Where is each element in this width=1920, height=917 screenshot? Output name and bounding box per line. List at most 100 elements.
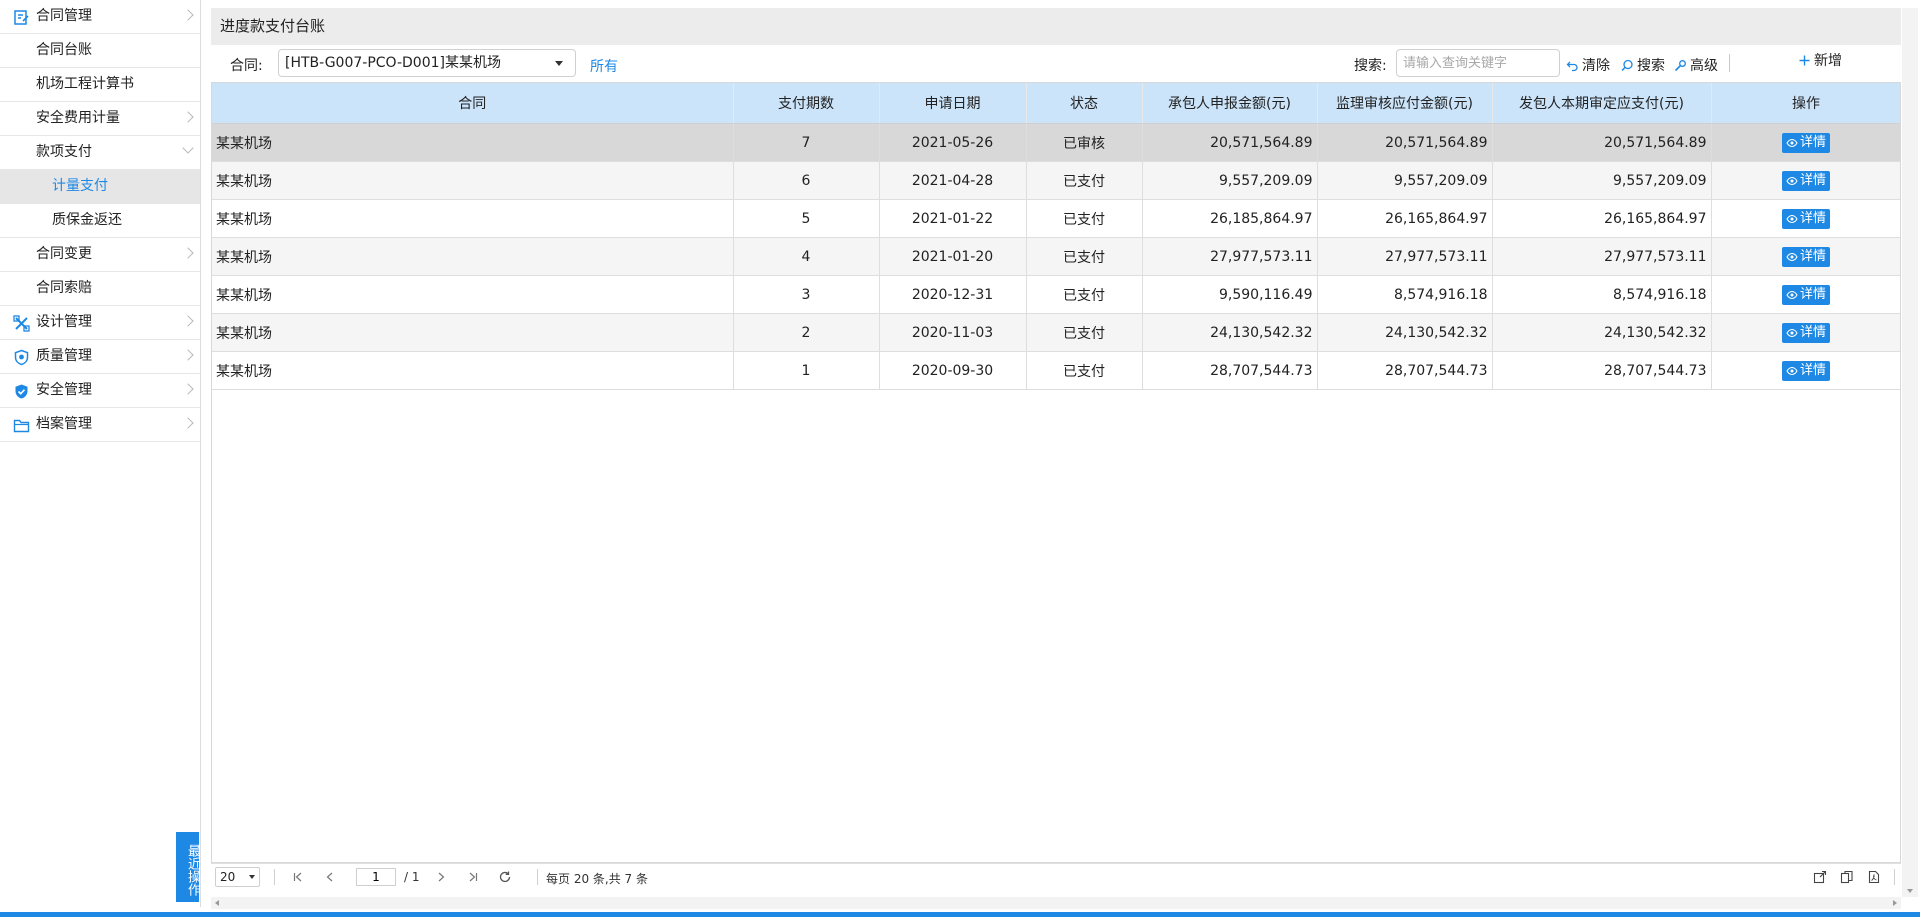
cell-date: 2020-11-03 <box>879 313 1027 352</box>
detail-button[interactable]: 详情 <box>1781 208 1830 229</box>
sidebar-item-label: 质保金返还 <box>52 212 122 228</box>
column-header-period[interactable]: 支付期数 <box>733 83 880 124</box>
cell-supervised: 9,557,209.09 <box>1317 161 1493 200</box>
column-header-status[interactable]: 状态 <box>1026 83 1143 124</box>
sidebar-item-safety-cost[interactable]: 安全费用计量 <box>0 102 200 136</box>
cell-contract: 某某机场 <box>212 161 734 200</box>
cell-period: 4 <box>733 237 880 276</box>
wrench-icon <box>1674 59 1686 71</box>
table-row[interactable]: 某某机场 5 2021-01-22 已支付 26,185,864.97 26,1… <box>212 199 1900 238</box>
add-label: 新增 <box>1814 53 1842 69</box>
column-header-supervised[interactable]: 监理审核应付金额(元) <box>1317 83 1493 124</box>
scroll-right-arrow-icon[interactable] <box>1893 900 1897 906</box>
sidebar-item-payment[interactable]: 款项支付 <box>0 136 200 170</box>
pagination-bar: 20 / 1 每页 20 条,共 7 条 <box>211 863 1901 892</box>
clear-button[interactable]: 清除 <box>1566 55 1610 75</box>
refresh-icon[interactable] <box>498 870 512 884</box>
toolbar: 合同: [HTB-G007-PCO-D001]某某机场 所有 搜索: 清除 搜索… <box>211 45 1901 82</box>
sidebar-item-label: 合同管理 <box>36 8 92 24</box>
page-number-input[interactable] <box>356 868 396 886</box>
search-input[interactable] <box>1396 49 1560 77</box>
caret-down-icon <box>249 875 255 879</box>
detail-button[interactable]: 详情 <box>1781 284 1830 305</box>
sidebar-item-contract-claim[interactable]: 合同索赔 <box>0 272 200 306</box>
contract-label: 合同: <box>230 58 263 74</box>
total-pages: / 1 <box>404 870 420 884</box>
next-page-icon[interactable] <box>434 870 448 884</box>
cell-status: 已支付 <box>1026 199 1143 238</box>
safety-shield-icon <box>13 383 30 400</box>
sidebar-item-metered-payment[interactable]: 计量支付 <box>0 170 200 204</box>
contract-select[interactable]: [HTB-G007-PCO-D001]某某机场 <box>278 49 576 77</box>
folder-icon <box>13 417 30 434</box>
table-row[interactable]: 某某机场 3 2020-12-31 已支付 9,590,116.49 8,574… <box>212 275 1900 314</box>
table-row[interactable]: 某某机场 4 2021-01-20 已支付 27,977,573.11 27,9… <box>212 237 1900 276</box>
contract-icon <box>13 9 30 26</box>
cell-supervised: 26,165,864.97 <box>1317 199 1493 238</box>
cell-contract: 某某机场 <box>212 275 734 314</box>
advanced-search-button[interactable]: 高级 <box>1674 55 1718 75</box>
cell-status: 已审核 <box>1026 123 1143 162</box>
column-header-contract[interactable]: 合同 <box>212 83 734 124</box>
sidebar-item-contract-management[interactable]: 合同管理 <box>0 0 200 34</box>
export-icon[interactable] <box>1813 870 1827 884</box>
eye-icon <box>1786 366 1798 375</box>
cell-supervised: 28,707,544.73 <box>1317 351 1493 390</box>
sidebar-item-label: 设计管理 <box>36 314 92 330</box>
sidebar-item-label: 计量支付 <box>52 178 108 194</box>
eye-icon <box>1786 328 1798 337</box>
column-header-approved[interactable]: 发包人本期审定应支付(元) <box>1492 83 1712 124</box>
undo-icon <box>1566 61 1578 71</box>
cell-date: 2021-04-28 <box>879 161 1027 200</box>
cell-date: 2020-12-31 <box>879 275 1027 314</box>
horizontal-scrollbar[interactable] <box>211 897 1901 909</box>
detail-button[interactable]: 详情 <box>1781 132 1830 153</box>
prev-page-icon[interactable] <box>323 870 337 884</box>
table-row[interactable]: 某某机场 2 2020-11-03 已支付 24,130,542.32 24,1… <box>212 313 1900 352</box>
sidebar-item-safety-management[interactable]: 安全管理 <box>0 374 200 408</box>
first-page-icon[interactable] <box>291 870 305 884</box>
last-page-icon[interactable] <box>466 870 480 884</box>
column-header-reported[interactable]: 承包人申报金额(元) <box>1142 83 1318 124</box>
scroll-down-arrow-icon[interactable] <box>1907 889 1913 893</box>
page-size-select[interactable]: 20 <box>215 867 260 887</box>
sidebar-item-retention-return[interactable]: 质保金返还 <box>0 204 200 238</box>
detail-label: 详情 <box>1799 362 1826 378</box>
design-icon <box>13 315 30 332</box>
vertical-scrollbar[interactable] <box>1902 8 1918 897</box>
sidebar-item-quality-management[interactable]: 质量管理 <box>0 340 200 374</box>
scroll-left-arrow-icon[interactable] <box>215 900 219 906</box>
add-button[interactable]: 新增 <box>1798 50 1842 70</box>
sidebar-item-archive-management[interactable]: 档案管理 <box>0 408 200 442</box>
recent-operations-tab[interactable]: 最近操作 <box>176 832 200 902</box>
advanced-label: 高级 <box>1690 58 1718 74</box>
pager-divider <box>1894 869 1895 885</box>
table-row[interactable]: 某某机场 1 2020-09-30 已支付 28,707,544.73 28,7… <box>212 351 1900 390</box>
cell-actions: 详情 <box>1711 275 1900 314</box>
cell-contract: 某某机场 <box>212 237 734 276</box>
eye-icon <box>1786 176 1798 185</box>
cell-reported: 27,977,573.11 <box>1142 237 1318 276</box>
sidebar-item-contract-ledger[interactable]: 合同台账 <box>0 34 200 68</box>
sidebar-item-design-management[interactable]: 设计管理 <box>0 306 200 340</box>
pdf-icon[interactable] <box>1867 870 1881 884</box>
cell-actions: 详情 <box>1711 123 1900 162</box>
detail-button[interactable]: 详情 <box>1781 246 1830 267</box>
sidebar-item-contract-change[interactable]: 合同变更 <box>0 238 200 272</box>
all-link[interactable]: 所有 <box>590 56 618 76</box>
detail-button[interactable]: 详情 <box>1781 360 1830 381</box>
cell-reported: 9,557,209.09 <box>1142 161 1318 200</box>
detail-button[interactable]: 详情 <box>1781 170 1830 191</box>
cell-approved: 26,165,864.97 <box>1492 199 1712 238</box>
cell-reported: 20,571,564.89 <box>1142 123 1318 162</box>
cell-period: 1 <box>733 351 880 390</box>
detail-button[interactable]: 详情 <box>1781 322 1830 343</box>
sidebar-item-airport-calc[interactable]: 机场工程计算书 <box>0 68 200 102</box>
table-row[interactable]: 某某机场 6 2021-04-28 已支付 9,557,209.09 9,557… <box>212 161 1900 200</box>
chevron-down-icon <box>182 142 194 154</box>
column-header-date[interactable]: 申请日期 <box>879 83 1027 124</box>
table-row[interactable]: 某某机场 7 2021-05-26 已审核 20,571,564.89 20,5… <box>212 123 1900 162</box>
search-button[interactable]: 搜索 <box>1621 55 1665 75</box>
chevron-right-icon <box>182 315 194 327</box>
copy-icon[interactable] <box>1840 870 1854 884</box>
